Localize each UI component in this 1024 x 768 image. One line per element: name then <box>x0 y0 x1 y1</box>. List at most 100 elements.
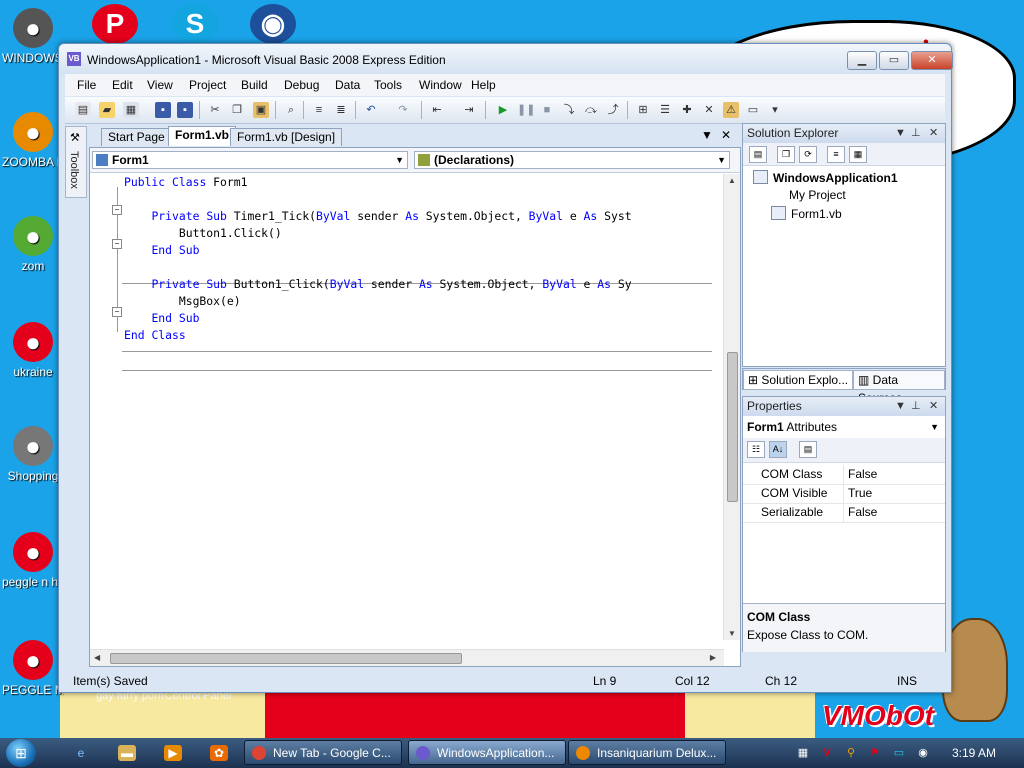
property-value[interactable]: False <box>843 465 945 484</box>
navigate-backward-icon[interactable]: ⇤ <box>429 102 445 118</box>
toolbox-tab[interactable]: ⚒ Toolbox <box>65 126 87 198</box>
stop-icon[interactable]: ■ <box>539 102 555 118</box>
tab-form1-design[interactable]: Form1.vb [Design] <box>230 128 343 146</box>
clock[interactable]: 3:19 AM <box>952 738 996 768</box>
tab-form1-code[interactable]: Form1.vb <box>168 126 237 146</box>
pause-icon[interactable]: ❚❚ <box>517 102 535 118</box>
display-tray-icon[interactable]: ▭ <box>892 746 906 760</box>
code-line[interactable]: Private Sub Timer1_Tick(ByVal sender As … <box>124 208 631 225</box>
code-line[interactable]: Button1.Click() <box>124 225 282 242</box>
redo-icon[interactable]: ↷ <box>395 102 411 118</box>
class-name-combo[interactable]: Form1 ▼ <box>92 151 408 169</box>
menu-item-file[interactable]: File <box>77 78 96 92</box>
start-button[interactable]: ⊞ <box>6 739 36 767</box>
pin-icon[interactable]: ⊥ <box>911 124 921 143</box>
navigate-forward-icon[interactable]: ⇥ <box>461 102 477 118</box>
new-project-icon[interactable]: ▤ <box>75 102 91 118</box>
menu-item-data[interactable]: Data <box>335 78 360 92</box>
toolbar-overflow-icon[interactable]: ▾ <box>767 102 783 118</box>
menu-item-edit[interactable]: Edit <box>112 78 133 92</box>
horizontal-scrollbar[interactable]: ◀ ▶ <box>90 649 724 666</box>
vertical-scroll-thumb[interactable] <box>727 352 738 502</box>
game-launcher-icon[interactable]: ✿ <box>210 745 228 761</box>
collapse-region-icon[interactable]: − <box>112 307 122 317</box>
save-all-icon[interactable]: ▪ <box>177 102 193 118</box>
pane-options-icon[interactable]: ▼ <box>895 124 906 143</box>
title-bar[interactable]: VB WindowsApplication1 - Microsoft Visua… <box>59 44 953 74</box>
scroll-left-icon[interactable]: ◀ <box>94 653 100 662</box>
categorized-icon[interactable]: ☷ <box>747 441 765 458</box>
property-pages-icon[interactable]: ▤ <box>799 441 817 458</box>
properties-window-icon[interactable]: ☰ <box>657 102 673 118</box>
start-debugging-icon[interactable]: ▶ <box>495 102 511 118</box>
tree-project-node[interactable]: WindowsApplication1 <box>753 170 898 185</box>
menu-item-debug[interactable]: Debug <box>284 78 319 92</box>
menu-item-build[interactable]: Build <box>241 78 268 92</box>
options-icon[interactable]: ▭ <box>745 102 761 118</box>
properties-icon[interactable]: ▤ <box>749 146 767 163</box>
step-out-icon[interactable]: ⤴ <box>605 102 621 118</box>
maximize-button[interactable]: ▭ <box>879 51 909 70</box>
view-code-icon[interactable]: ≡ <box>827 146 845 163</box>
code-area[interactable]: − − − Public Class Form1 Private Sub Tim… <box>90 174 716 639</box>
show-all-files-icon[interactable]: ❐ <box>777 146 795 163</box>
pane-close-icon[interactable]: ✕ <box>929 397 938 416</box>
menu-item-view[interactable]: View <box>147 78 173 92</box>
property-row[interactable]: COM Visible True <box>743 484 945 504</box>
code-line[interactable]: End Class <box>124 327 186 344</box>
network-tray-icon[interactable]: ▦ <box>796 746 810 760</box>
close-button[interactable]: ✕ <box>911 51 953 70</box>
pane-options-icon[interactable]: ▼ <box>895 397 906 416</box>
tab-solution-explorer[interactable]: ⊞ Solution Explo... <box>743 370 854 390</box>
refresh-icon[interactable]: ⟳ <box>799 146 817 163</box>
file-explorer-icon[interactable]: ▬ <box>118 745 136 761</box>
copy-icon[interactable]: ❐ <box>229 102 245 118</box>
desktop-icon[interactable]: ● ukraine <box>2 322 64 379</box>
property-value[interactable]: True <box>843 484 945 503</box>
uncomment-icon[interactable]: ≣ <box>333 102 349 118</box>
comment-icon[interactable]: ≡ <box>311 102 327 118</box>
solution-explorer-icon[interactable]: ⊞ <box>635 102 651 118</box>
add-item-icon[interactable]: ▦ <box>123 102 139 118</box>
cut-icon[interactable]: ✂ <box>207 102 223 118</box>
property-value[interactable]: False <box>843 503 945 522</box>
menu-item-tools[interactable]: Tools <box>374 78 402 92</box>
media-player-icon[interactable]: ▶ <box>164 745 182 761</box>
tab-start-page[interactable]: Start Page <box>101 128 172 146</box>
view-designer-icon[interactable]: ▦ <box>849 146 867 163</box>
search-tray-icon[interactable]: ⚲ <box>844 746 858 760</box>
taskbar-button[interactable]: Insaniquarium Delux... <box>568 740 726 765</box>
object-selector[interactable]: Form1 Attributes ▼ <box>743 416 945 438</box>
minimize-button[interactable]: ▁ <box>847 51 877 70</box>
taskbar-button[interactable]: New Tab - Google C... <box>244 740 402 765</box>
desktop-icon[interactable]: ● ZOOMBA DELUXE <box>2 112 64 169</box>
globe-icon[interactable]: ◉ <box>250 4 296 44</box>
tree-item-form1[interactable]: Form1.vb <box>771 206 842 221</box>
collapse-region-icon[interactable]: − <box>112 205 122 215</box>
paste-icon[interactable]: ▣ <box>253 102 269 118</box>
menu-item-help[interactable]: Help <box>471 78 496 92</box>
code-line[interactable]: MsgBox(e) <box>124 293 241 310</box>
save-icon[interactable]: ▪ <box>155 102 171 118</box>
code-line[interactable]: Private Sub Button1_Click(ByVal sender A… <box>124 276 631 293</box>
pane-close-icon[interactable]: ✕ <box>929 124 938 143</box>
menu-item-window[interactable]: Window <box>419 78 462 92</box>
internet-explorer-icon[interactable]: e <box>72 745 90 761</box>
desktop-icon[interactable]: ● Shopping <box>2 426 64 483</box>
pin-icon[interactable]: ⊥ <box>911 397 921 416</box>
undo-icon[interactable]: ↶ <box>363 102 379 118</box>
flag-tray-icon[interactable]: ⚑ <box>868 746 882 760</box>
antivirus-tray-icon[interactable]: V <box>820 746 834 760</box>
code-line[interactable]: End Sub <box>124 310 199 327</box>
horizontal-scroll-thumb[interactable] <box>110 653 462 664</box>
method-name-combo[interactable]: (Declarations) ▼ <box>414 151 730 169</box>
taskbar-button[interactable]: WindowsApplication... <box>408 740 566 765</box>
peggle-top-icon[interactable]: P <box>92 4 138 44</box>
tree-item-my-project[interactable]: My Project <box>771 188 846 202</box>
alphabetical-icon[interactable]: A↓ <box>769 441 787 458</box>
object-browser-icon[interactable]: ✚ <box>679 102 695 118</box>
step-into-icon[interactable]: ⤵ <box>561 102 577 118</box>
desktop-icon[interactable]: ● zom <box>2 216 64 273</box>
vertical-scrollbar[interactable]: ▲ ▼ <box>723 174 740 640</box>
code-line[interactable]: End Sub <box>124 242 199 259</box>
